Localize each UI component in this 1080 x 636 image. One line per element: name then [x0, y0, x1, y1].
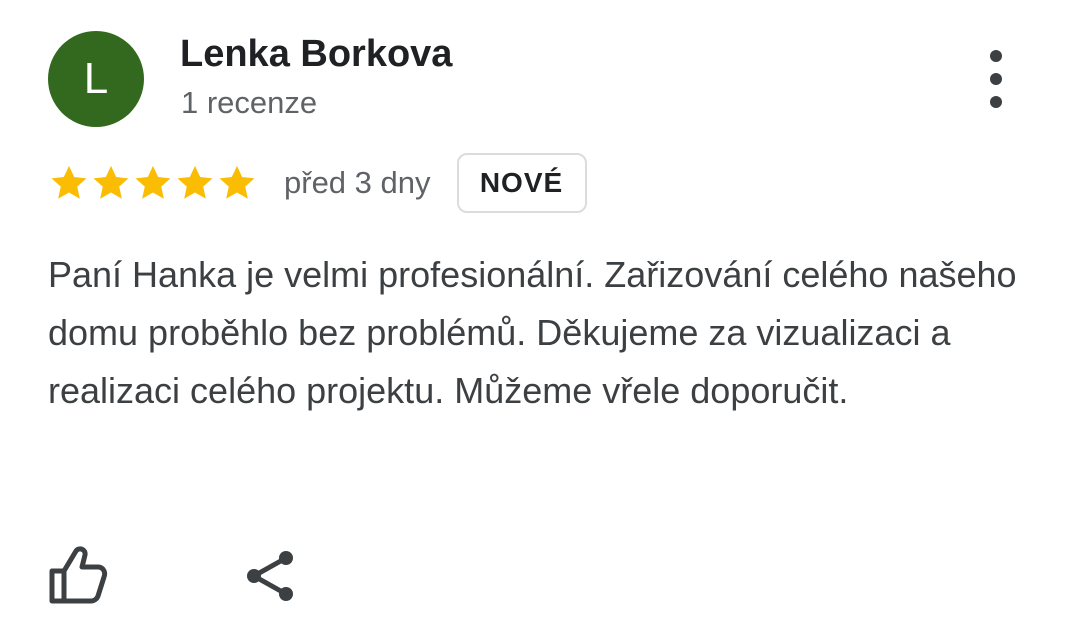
author-name[interactable]: Lenka Borkova: [180, 32, 452, 76]
avatar-initial: L: [83, 54, 109, 103]
new-badge: NOVÉ: [456, 153, 587, 213]
more-vert-icon-dot: [990, 73, 1002, 85]
review-count: 1 recenze: [181, 85, 318, 120]
star-icon: [219, 165, 255, 199]
star-icon: [93, 165, 129, 199]
like-button[interactable]: [46, 545, 110, 605]
review-text: Paní Hanka je velmi profesionální. Zařiz…: [48, 254, 1017, 411]
star-icon: [135, 165, 171, 199]
review-date: před 3 dny: [284, 165, 431, 200]
more-options-button[interactable]: [972, 50, 1020, 108]
star-icon: [51, 165, 87, 199]
more-vert-icon-dot: [990, 96, 1002, 108]
thumb-up-icon: [49, 546, 108, 604]
share-button[interactable]: [240, 545, 302, 607]
share-icon: [247, 551, 293, 601]
more-vert-icon: [990, 50, 1002, 62]
rating-row: před 3 dny NOVÉ: [48, 150, 587, 216]
star-rating: [48, 162, 258, 204]
star-icon: [177, 165, 213, 199]
avatar[interactable]: L: [48, 31, 144, 127]
review-card: L Lenka Borkova 1 recenze před 3 dny NOV…: [0, 0, 1080, 636]
